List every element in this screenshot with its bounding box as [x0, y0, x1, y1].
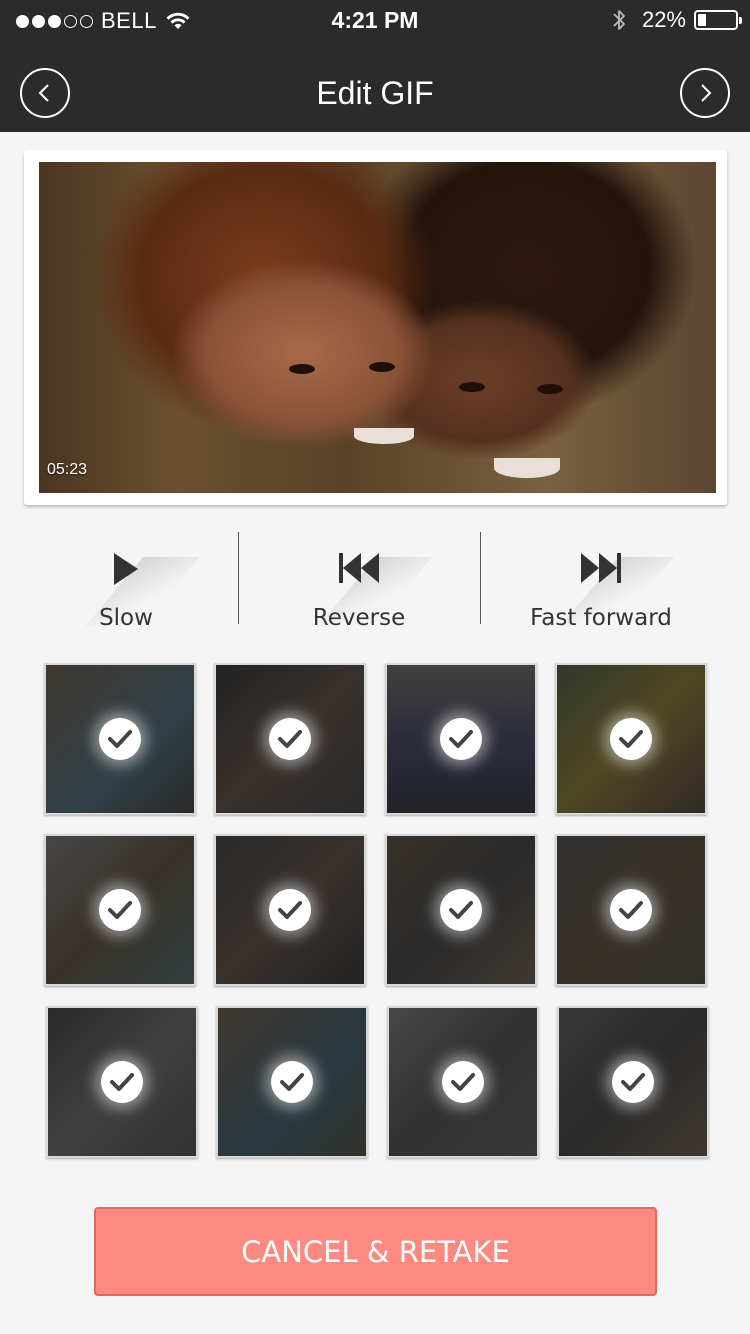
- checkmark-icon[interactable]: [612, 1061, 654, 1103]
- slow-label: Slow: [99, 605, 153, 631]
- frame-thumbnail[interactable]: [46, 1006, 198, 1158]
- photo-detail: [369, 362, 395, 372]
- photo-detail: [459, 382, 485, 392]
- battery-percent: 22%: [641, 7, 686, 32]
- checkmark-icon[interactable]: [269, 718, 311, 760]
- bluetooth-icon: [613, 10, 625, 30]
- duration-label: 05:23: [47, 461, 88, 478]
- battery-icon: [694, 10, 742, 30]
- photo-detail: [289, 364, 315, 374]
- page-title: Edit GIF: [316, 75, 434, 111]
- checkmark-icon[interactable]: [271, 1061, 313, 1103]
- frame-thumbnail[interactable]: [44, 663, 196, 815]
- checkmark-icon[interactable]: [610, 718, 652, 760]
- preview-card: 05:23: [24, 150, 727, 505]
- divider: [238, 532, 239, 624]
- frame-thumbnail[interactable]: [216, 1006, 368, 1158]
- photo-detail: [537, 384, 563, 394]
- battery-fill: [698, 14, 706, 26]
- frame-thumbnail[interactable]: [555, 834, 707, 986]
- fast-forward-label: Fast forward: [530, 605, 672, 631]
- checkmark-icon[interactable]: [440, 889, 482, 931]
- playback-controls: Slow Reverse Fast forward: [0, 525, 750, 640]
- frame-thumbnail[interactable]: [385, 834, 537, 986]
- status-bar: BELL 4:21 PM 22%: [0, 0, 750, 40]
- frame-thumbnail[interactable]: [387, 1006, 539, 1158]
- photo-detail: [354, 428, 414, 444]
- nav-bar: Edit GIF: [0, 40, 750, 132]
- frame-thumbnail[interactable]: [44, 834, 196, 986]
- fast-forward-icon: [581, 553, 621, 583]
- frame-thumbnail[interactable]: [557, 1006, 709, 1158]
- checkmark-icon[interactable]: [610, 889, 652, 931]
- cancel-retake-button[interactable]: CANCEL & RETAKE: [94, 1207, 657, 1296]
- checkmark-icon[interactable]: [442, 1061, 484, 1103]
- frame-thumbnail[interactable]: [214, 663, 366, 815]
- status-right: 22%: [612, 7, 742, 33]
- reverse-button[interactable]: Reverse: [239, 525, 479, 640]
- rewind-icon: [339, 553, 379, 583]
- divider: [480, 532, 481, 624]
- reverse-label: Reverse: [312, 605, 406, 631]
- chevron-right-icon: [701, 84, 712, 102]
- play-icon: [114, 553, 138, 585]
- frame-thumbnail[interactable]: [555, 663, 707, 815]
- frame-thumbnail[interactable]: [385, 663, 537, 815]
- checkmark-icon[interactable]: [440, 718, 482, 760]
- checkmark-icon[interactable]: [101, 1061, 143, 1103]
- gif-preview-image[interactable]: 05:23: [39, 162, 716, 493]
- photo-detail: [494, 458, 560, 478]
- frame-thumbnail[interactable]: [214, 834, 366, 986]
- fast-forward-button[interactable]: Fast forward: [481, 525, 721, 640]
- slow-button[interactable]: Slow: [6, 525, 246, 640]
- checkmark-icon[interactable]: [269, 889, 311, 931]
- checkmark-icon[interactable]: [99, 889, 141, 931]
- next-button[interactable]: [680, 68, 730, 118]
- checkmark-icon[interactable]: [99, 718, 141, 760]
